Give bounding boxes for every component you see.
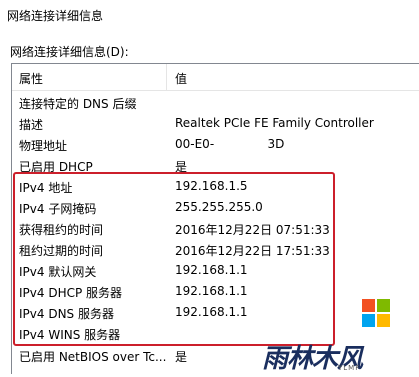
row-value: Realtek PCIe FE Family Controller [175,116,374,130]
row-property: 已启用 NetBIOS over Tc... [19,350,167,364]
list-row[interactable]: 物理地址 00-E0- 3D [12,134,419,155]
list-row[interactable]: 描述 Realtek PCIe FE Family Controller [12,113,419,134]
list-header: 属性 值 [12,64,419,91]
column-header-property[interactable]: 属性 [19,70,43,87]
row-value: 是 [175,350,188,364]
row-property: 描述 [19,118,44,132]
row-property: 连接特定的 DNS 后缀 [19,97,137,111]
list-row[interactable]: 连接特定的 DNS 后缀 [12,92,419,113]
row-value: 00-E0- 3D [175,137,285,151]
column-header-value[interactable]: 值 [175,70,187,87]
details-label: 网络连接详细信息(D): [10,45,129,59]
window-title: 网络连接详细信息 [7,9,104,23]
watermark-sub: YLMF [338,364,361,372]
row-property: 物理地址 [19,139,68,153]
title-bar: 网络连接详细信息 [0,0,419,32]
column-divider[interactable] [166,64,167,90]
